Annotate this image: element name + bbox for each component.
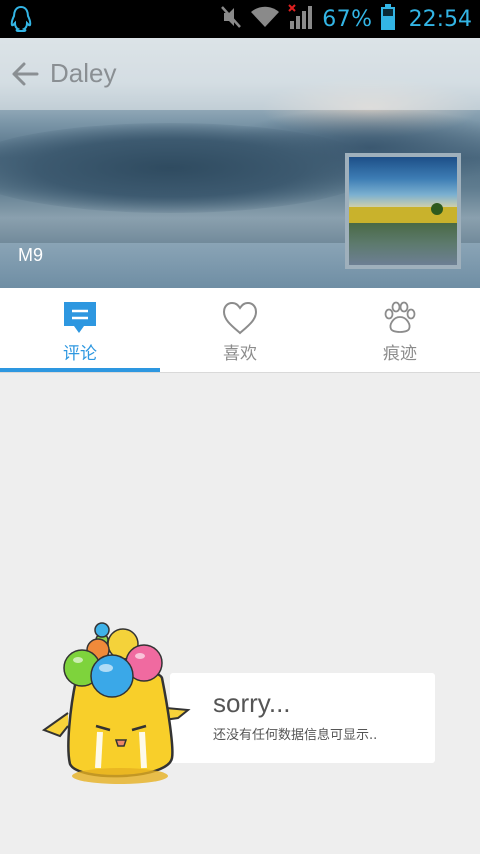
wifi-icon xyxy=(250,5,280,33)
back-arrow-icon[interactable] xyxy=(10,59,40,89)
tab-label: 痕迹 xyxy=(383,344,417,364)
page-title: Daley xyxy=(50,58,117,88)
paw-icon xyxy=(382,300,418,336)
profile-banner: Daley M9 xyxy=(0,38,480,288)
status-bar: 67% 22:54 xyxy=(0,0,480,38)
crying-jelly-mascot-icon xyxy=(38,618,198,788)
profile-thumbnail[interactable] xyxy=(345,153,461,269)
tab-comments[interactable]: 评论 xyxy=(0,288,160,372)
empty-state-card xyxy=(170,673,435,763)
tab-bar: 评论 喜欢 痕迹 xyxy=(0,288,480,373)
comment-icon xyxy=(62,300,98,336)
clock: 22:54 xyxy=(408,6,472,32)
device-model: M9 xyxy=(18,245,44,265)
signal-icon xyxy=(288,4,314,34)
empty-state-title: sorry... xyxy=(213,688,291,718)
tab-label: 评论 xyxy=(63,344,97,364)
tab-label: 喜欢 xyxy=(223,344,257,364)
qq-penguin-icon xyxy=(10,5,32,37)
tab-traces[interactable]: 痕迹 xyxy=(320,288,480,372)
battery-percent: 67% xyxy=(322,6,373,32)
empty-state-message: 还没有任何数据信息可显示.. xyxy=(213,728,378,743)
title-bar: Daley xyxy=(0,38,480,110)
mute-icon xyxy=(220,5,242,33)
heart-icon xyxy=(222,300,258,336)
active-tab-indicator xyxy=(0,368,160,372)
battery-icon xyxy=(380,4,395,34)
tab-likes[interactable]: 喜欢 xyxy=(160,288,320,372)
